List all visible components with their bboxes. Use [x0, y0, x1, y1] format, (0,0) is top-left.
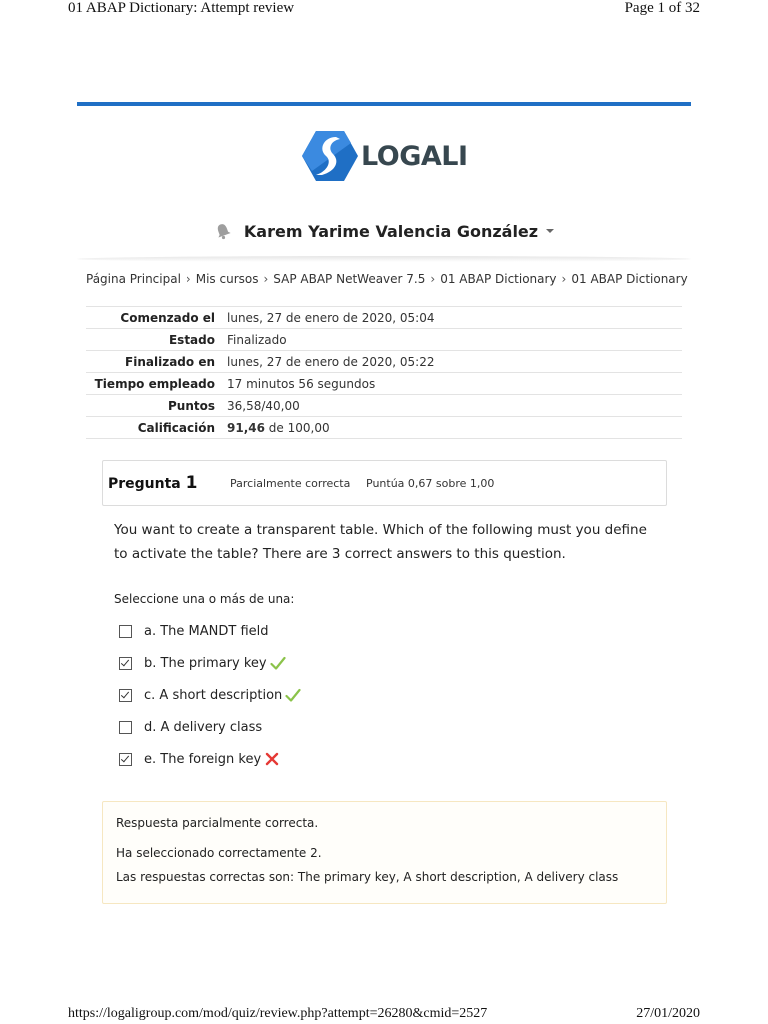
- grade-max: de 100,00: [264, 420, 330, 435]
- answer-option-d[interactable]: d. A delivery class: [119, 711, 301, 743]
- header-divider: [77, 256, 691, 262]
- chevron-right-icon: ›: [430, 272, 436, 286]
- answer-prompt: Seleccione una o más de una:: [114, 592, 295, 606]
- summary-label: Tiempo empleado: [86, 372, 221, 395]
- page-counter: Page 1 of 32: [624, 0, 700, 16]
- summary-label: Comenzado el: [86, 306, 221, 329]
- question-text: You want to create a transparent table. …: [114, 522, 647, 562]
- bell-icon[interactable]: [214, 222, 232, 240]
- answer-label: b. The primary key: [144, 655, 267, 671]
- breadcrumb: Página Principal › Mis cursos › SAP ABAP…: [86, 272, 688, 286]
- feedback-state: Respuesta parcialmente correcta.: [116, 816, 319, 830]
- question-label: Pregunta: [108, 476, 181, 492]
- answer-option-e[interactable]: e. The foreign key: [119, 743, 301, 775]
- table-row: Finalizado en lunes, 27 de enero de 2020…: [86, 350, 682, 373]
- answer-checkbox[interactable]: [119, 624, 132, 638]
- logo-text: LOGALI: [361, 140, 468, 172]
- summary-label: Puntos: [86, 394, 221, 417]
- summary-value: 91,46 de 100,00: [221, 416, 682, 439]
- print-header-title: 01 ABAP Dictionary: Attempt review: [68, 0, 295, 16]
- footer-url: https://logaligroup.com/mod/quiz/review.…: [68, 1006, 488, 1021]
- chevron-down-icon[interactable]: [546, 229, 555, 233]
- answer-option-a[interactable]: a. The MANDT field: [119, 615, 301, 647]
- answer-checkbox[interactable]: [119, 656, 132, 670]
- summary-label: Finalizado en: [86, 350, 221, 373]
- chevron-right-icon: ›: [263, 272, 269, 286]
- summary-value: Finalizado: [221, 328, 682, 351]
- answer-checkbox[interactable]: [119, 720, 132, 734]
- breadcrumb-item-quiz[interactable]: 01 ABAP Dictionary: [571, 272, 687, 286]
- table-row: Comenzado el lunes, 27 de enero de 2020,…: [86, 306, 682, 329]
- answer-label: a. The MANDT field: [144, 623, 269, 639]
- answer-list: a. The MANDT field b. The primary key c.…: [119, 615, 301, 775]
- answer-checkbox[interactable]: [119, 688, 132, 702]
- print-footer: https://logaligroup.com/mod/quiz/review.…: [68, 1006, 700, 1022]
- summary-value: 17 minutos 56 segundos: [221, 372, 682, 395]
- attempt-summary-table: Comenzado el lunes, 27 de enero de 2020,…: [86, 306, 682, 439]
- brand-top-bar: [77, 102, 691, 106]
- question-state: Parcialmente correcta: [230, 476, 351, 490]
- grade-value: 91,46: [227, 420, 265, 435]
- table-row: Puntos 36,58/40,00: [86, 394, 682, 417]
- chevron-right-icon: ›: [185, 272, 191, 286]
- feedback-box: Respuesta parcialmente correcta. Ha sele…: [102, 801, 667, 904]
- site-logo[interactable]: LOGALI: [302, 128, 472, 184]
- print-header: 01 ABAP Dictionary: Attempt review Page …: [68, 0, 700, 17]
- breadcrumb-item-home[interactable]: Página Principal: [86, 272, 181, 286]
- feedback-count: Ha seleccionado correctamente 2.: [116, 846, 322, 860]
- logali-logo-icon: [302, 131, 358, 181]
- question-title: Pregunta 1: [108, 473, 230, 493]
- answer-option-c[interactable]: c. A short description: [119, 679, 301, 711]
- correct-check-icon: [285, 688, 301, 702]
- correct-check-icon: [269, 656, 286, 670]
- summary-value: lunes, 27 de enero de 2020, 05:22: [221, 350, 682, 373]
- summary-value: 36,58/40,00: [221, 394, 682, 417]
- feedback-correct-answers: Las respuestas correctas son: The primar…: [116, 870, 619, 884]
- user-name[interactable]: Karem Yarime Valencia González: [244, 222, 538, 241]
- breadcrumb-item-my-courses[interactable]: Mis cursos: [196, 272, 259, 286]
- footer-date: 27/01/2020: [636, 1006, 700, 1021]
- incorrect-cross-icon: [265, 752, 279, 766]
- summary-label: Calificación: [86, 416, 221, 439]
- user-menu[interactable]: Karem Yarime Valencia González: [0, 216, 768, 246]
- question-number: 1: [185, 473, 198, 493]
- answer-checkbox[interactable]: [119, 752, 132, 766]
- answer-label: e. The foreign key: [144, 751, 262, 767]
- table-row: Calificación 91,46 de 100,00: [86, 416, 682, 439]
- table-row: Estado Finalizado: [86, 328, 682, 351]
- answer-label: d. A delivery class: [144, 719, 263, 735]
- question-info-box: Pregunta 1 Parcialmente correcta Puntúa …: [102, 460, 667, 506]
- table-row: Tiempo empleado 17 minutos 56 segundos: [86, 372, 682, 395]
- breadcrumb-item-section[interactable]: 01 ABAP Dictionary: [440, 272, 556, 286]
- summary-value: lunes, 27 de enero de 2020, 05:04: [221, 306, 682, 329]
- breadcrumb-item-course[interactable]: SAP ABAP NetWeaver 7.5: [273, 272, 425, 286]
- question-grade: Puntúa 0,67 sobre 1,00: [366, 476, 495, 490]
- answer-label: c. A short description: [144, 687, 283, 703]
- chevron-right-icon: ›: [561, 272, 567, 286]
- answer-option-b[interactable]: b. The primary key: [119, 647, 301, 679]
- summary-label: Estado: [86, 328, 221, 351]
